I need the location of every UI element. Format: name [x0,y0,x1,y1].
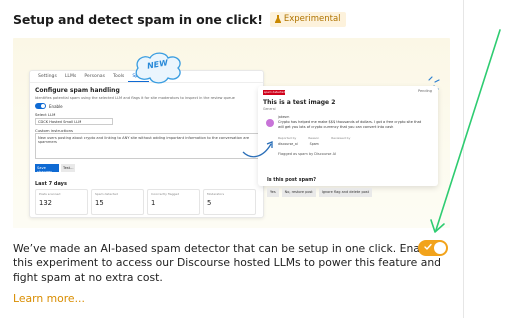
yes-button-image: Yes [267,188,279,197]
enable-toggle-mini [35,103,46,109]
select-llm-label: Select LLM [35,112,56,117]
stat-incorrectly-flagged: Incorrectly flagged 1 [147,189,200,215]
review-columns: Reported by Reason Reviewed by [278,136,350,140]
flagged-post-card: spam detected Pending This is a test ima… [258,86,438,186]
experimental-badge-label: Experimental [283,14,341,24]
tab-llms: LLMs [64,74,77,79]
restore-post-button-image: No, restore post [281,188,316,197]
stat-label: Spam detected [95,192,118,196]
reason-cell: Spam [309,142,319,146]
tab-personas: Personas [84,74,105,79]
stat-spam-detected: Spam detected 15 [91,189,144,215]
spam-settings-panel: Settings LLMs Personas Tools Spam Config… [29,70,264,218]
spam-detected-tag: spam detected [263,90,286,95]
panel-description: Identifies potential spam using the sele… [35,96,235,100]
enable-label: Enable [49,104,63,109]
post-category: General [263,107,276,111]
ignore-flag-button-image: Ignore flag and delete post [318,188,373,197]
stat-label: Moderators [207,192,225,196]
avatar [266,119,274,127]
feature-header: Setup and detect spam in one click! Expe… [13,10,346,28]
stat-posts-scanned: Posts scanned 132 [35,189,88,215]
stat-moderators: Moderators 5 [203,189,256,215]
tab-settings: Settings [38,74,57,79]
learn-more-link[interactable]: Learn more... [13,292,85,305]
column-header: Reviewed by [331,136,351,140]
spam-actions: Yes No, restore post Ignore flag and del… [267,188,373,197]
pending-status: Pending [418,89,432,93]
feature-title: Setup and detect spam in one click! [13,11,263,27]
check-icon [424,243,432,250]
enable-feature-toggle[interactable] [418,240,448,256]
post-username: jakesm [278,115,290,119]
tab-tools: Tools [112,74,125,79]
custom-instructions-box: New users posting about crypto and linki… [35,133,260,159]
stat-value: 132 [39,199,52,207]
feature-description: We’ve made an AI-based spam detector tha… [13,242,442,284]
panel-title: Configure spam handling [35,87,120,94]
post-body: Crypto has helped me make $$$ thousands … [278,120,422,129]
toggle-knob [434,242,446,254]
experimental-badge: Experimental [269,11,346,27]
stat-label: Incorrectly flagged [151,192,180,196]
stat-value: 1 [151,199,156,207]
reported-by-cell: discourse_ai [278,142,298,146]
flask-icon [274,15,281,23]
sidebar-divider [463,0,464,318]
curved-arrow-icon [242,141,273,158]
column-header: Reported by [278,136,297,140]
stats-row: Posts scanned 132 Spam detected 15 Incor… [35,189,256,215]
flagged-by-text: Flagged as spam by Discourse AI [278,152,336,156]
last-7-days-title: Last 7 days [35,181,67,187]
column-header: Reason [308,136,320,140]
stat-value: 5 [207,199,212,207]
save-changes-button-image: Save changes [35,164,59,174]
stat-value: 15 [95,199,104,207]
stat-label: Posts scanned [39,192,61,196]
select-llm-value: CDCK Hosted Small LLM [35,118,113,125]
post-title: This is a test image 2 [263,99,336,106]
test-button-image: Test... [61,164,75,172]
promo-image: Settings LLMs Personas Tools Spam Config… [13,38,450,228]
spam-question: Is this post spam? [267,178,317,183]
review-row: discourse_ai Spam [278,142,319,146]
